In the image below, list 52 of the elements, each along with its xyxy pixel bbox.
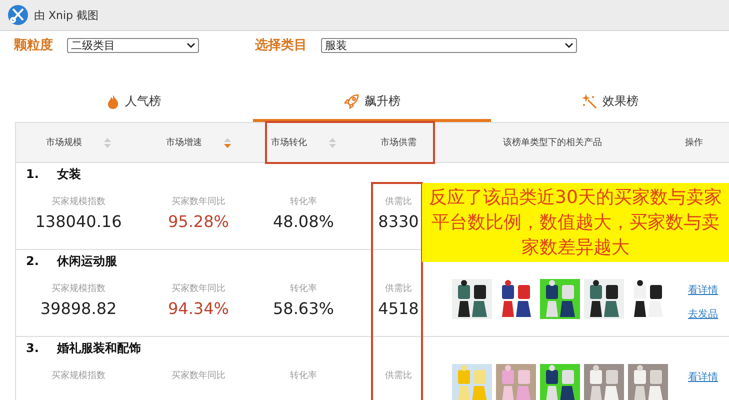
filter-label: 颗粒度 <box>14 36 53 54</box>
flame-icon <box>107 94 119 108</box>
scissors-logo-icon <box>8 5 28 25</box>
metric-value: 4518 <box>378 299 419 318</box>
action-link[interactable]: 看详情 <box>688 370 718 384</box>
rank-number: 2. <box>26 254 39 268</box>
sort-icon[interactable] <box>104 138 111 148</box>
filter-label: 选择类目 <box>255 37 307 54</box>
column-header: 市场转化 <box>271 136 307 149</box>
category-name: 休闲运动服 <box>56 252 117 270</box>
metric-label: 供需比 <box>385 282 412 295</box>
metric-value: 138040.16 <box>35 212 122 231</box>
category-name: 婚礼服装和配饰 <box>56 340 141 356</box>
metric-label: 买家数年同比 <box>172 196 226 208</box>
rocket-icon <box>344 94 358 109</box>
action-link[interactable]: 去发品 <box>688 307 718 321</box>
caret-icon <box>565 42 573 48</box>
column-header: 市场增速 <box>166 136 202 149</box>
rank-number: 3. <box>26 341 39 355</box>
metric-label: 买家规模指数 <box>52 282 106 295</box>
action-link[interactable]: 看详情 <box>688 283 718 297</box>
dropdown-select[interactable]: 二级类目 <box>67 38 199 52</box>
metric-value: 95.28% <box>168 212 229 231</box>
caret-icon <box>187 42 195 48</box>
ranking-tab[interactable]: 人气榜 <box>15 88 253 122</box>
metric-label: 买家规模指数 <box>52 370 106 382</box>
sort-icon[interactable] <box>329 138 336 148</box>
metric-label: 转化率 <box>290 282 317 295</box>
metric-label: 买家规模指数 <box>52 196 106 208</box>
metric-label: 转化率 <box>290 370 317 382</box>
metric-label: 买家数年同比 <box>172 370 226 382</box>
column-header: 市场供需 <box>380 136 416 149</box>
metric-value: 94.34% <box>168 299 229 318</box>
column-header: 市场规模 <box>46 136 82 149</box>
metric-value: 8330 <box>378 212 419 231</box>
metric-value: 58.63% <box>272 299 334 318</box>
column-header: 该榜单类型下的相关产品 <box>503 136 602 149</box>
rank-number: 1. <box>26 167 39 181</box>
metric-value: 39898.82 <box>40 299 117 318</box>
metric-label: 供需比 <box>385 370 412 382</box>
magic-wand-icon <box>582 94 596 109</box>
annotation-callout: 反应了该品类近30天的买家数与卖家平台数比例，数值越大，买家数与卖家数差异越大 <box>422 183 729 262</box>
sort-icon[interactable] <box>224 138 231 148</box>
metric-label: 买家数年同比 <box>172 282 226 295</box>
window-title: 由 Xnip 截图 <box>34 8 99 22</box>
metric-label: 供需比 <box>385 196 412 208</box>
dropdown-select[interactable]: 服装 <box>321 38 577 52</box>
metric-label: 转化率 <box>290 196 317 208</box>
column-header: 操作 <box>685 136 703 149</box>
category-name: 女装 <box>56 166 81 182</box>
ranking-tab[interactable]: 效果榜 <box>491 88 729 122</box>
metric-value: 48.08% <box>272 212 334 231</box>
